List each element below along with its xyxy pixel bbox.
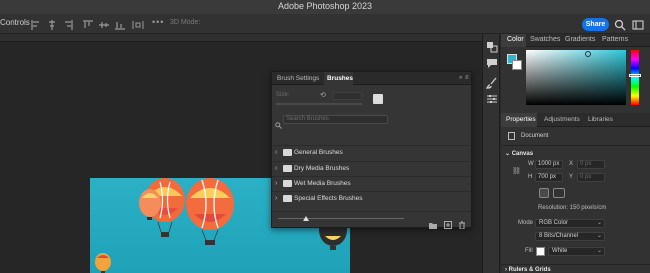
brushes-panel: Brush Settings Brushes » ≡ Size: ⟲ Searc… [271, 71, 472, 230]
reset-icon[interactable]: ⟲ [320, 91, 326, 99]
width-field[interactable]: 1000 px [535, 160, 563, 169]
folder-icon [283, 195, 292, 202]
panel-menu-icon[interactable]: ≡ [465, 75, 469, 81]
preview-size-slider[interactable] [278, 218, 404, 219]
right-panel-dock: Color Swatches Gradients Patterns Proper… [501, 34, 650, 273]
tab-gradients[interactable]: Gradients [565, 36, 595, 43]
new-group-icon[interactable] [429, 216, 437, 229]
mode-label: Mode [518, 220, 534, 226]
size-slider[interactable] [276, 103, 362, 105]
hot-air-balloon [95, 253, 111, 273]
canvas-section-header[interactable]: ⌄ Canvas [505, 150, 533, 157]
folder-icon [283, 165, 292, 172]
chevron-down-icon: ⌄ [596, 220, 602, 226]
x-field[interactable]: 0 px [577, 160, 605, 169]
color-picker-field[interactable] [526, 50, 626, 105]
3d-mode-label: 3D Mode: [170, 19, 201, 26]
search-brushes-input[interactable]: Search Brushes [283, 115, 388, 124]
tab-color[interactable]: Color [507, 36, 524, 43]
workspace-icon[interactable] [632, 18, 644, 30]
align-top-icon[interactable] [82, 18, 94, 30]
fill-select[interactable]: White ⌄ [548, 247, 605, 256]
color-panel-icon[interactable] [486, 40, 498, 53]
brush-preview-toggle-icon[interactable] [373, 94, 383, 104]
chevron-right-icon: › [275, 165, 278, 172]
brush-settings-icon[interactable] [485, 76, 498, 89]
color-panel-tabs: Color Swatches Gradients Patterns [501, 34, 650, 47]
x-label: X [569, 161, 574, 167]
mode-select[interactable]: RGB Color ⌄ [535, 219, 605, 228]
tab-libraries[interactable]: Libraries [588, 116, 613, 123]
options-bar: Controls ••• 3D Mode: Share [0, 14, 650, 34]
size-label: Size: [276, 92, 290, 98]
fill-label: Fill [525, 248, 533, 254]
portrait-orientation-button[interactable] [539, 188, 549, 198]
align-left-icon[interactable] [30, 18, 42, 30]
tab-patterns[interactable]: Patterns [602, 36, 628, 43]
brush-group-dry-media[interactable]: › Dry Media Brushes [272, 161, 471, 176]
share-button[interactable]: Share [582, 18, 609, 31]
bit-depth-select[interactable]: 8 Bits/Channel ⌄ [535, 232, 605, 241]
search-icon[interactable] [614, 18, 626, 31]
hue-slider-marker[interactable] [629, 74, 641, 77]
align-right-icon[interactable] [62, 18, 74, 30]
brush-group-wet-media[interactable]: › Wet Media Brushes [272, 176, 471, 191]
align-middle-icon[interactable] [98, 18, 110, 30]
title-bar: Adobe Photoshop 2023 [0, 0, 650, 14]
properties-panel-tabs: Properties Adjustments Libraries [501, 113, 650, 127]
resolution-label: Resolution: 150 pixels/cm [538, 205, 607, 211]
hue-slider[interactable] [631, 50, 639, 105]
width-label: W [528, 161, 534, 167]
brush-group-general[interactable]: › General Brushes [272, 145, 471, 160]
align-center-icon[interactable] [46, 18, 58, 30]
rulers-grids-section-header[interactable]: › Rulers & Grids [505, 267, 551, 273]
document-label: Document [521, 133, 549, 139]
height-field[interactable]: 700 px [535, 173, 563, 182]
chevron-right-icon: › [275, 180, 278, 187]
align-bottom-icon[interactable] [114, 18, 126, 30]
comment-icon[interactable] [486, 56, 498, 68]
brushes-panel-footer [272, 211, 471, 230]
app-title: Adobe Photoshop 2023 [277, 1, 373, 11]
brushes-panel-tabs: Brush Settings Brushes » ≡ [272, 72, 471, 85]
y-field[interactable]: 0 px [577, 173, 605, 182]
color-picker-ring[interactable] [585, 51, 591, 57]
preview-size-slider-thumb[interactable] [303, 216, 309, 221]
chevron-down-icon: ⌄ [596, 233, 602, 239]
chevron-right-icon: › [275, 195, 278, 202]
chevron-right-icon: › [275, 149, 278, 156]
document-icon [508, 132, 515, 140]
panel-tool-strip [482, 34, 500, 273]
photoshop-window: Adobe Photoshop 2023 Controls ••• 3D Mod… [0, 0, 650, 273]
adjustments-icon[interactable] [486, 92, 498, 104]
tab-adjustments[interactable]: Adjustments [544, 116, 580, 123]
new-brush-icon[interactable] [444, 216, 452, 229]
landscape-orientation-button[interactable] [553, 188, 565, 198]
tab-swatches[interactable]: Swatches [530, 36, 560, 43]
hot-air-balloon [186, 178, 234, 245]
search-icon [275, 116, 282, 129]
tab-brushes[interactable]: Brushes [327, 75, 353, 82]
distribute-icon[interactable] [132, 18, 144, 30]
link-dimensions-icon[interactable]: ⛓ [512, 167, 521, 175]
y-label: Y [569, 174, 574, 180]
fill-color-swatch[interactable] [536, 247, 545, 256]
more-options-icon[interactable]: ••• [152, 17, 164, 27]
background-color-swatch[interactable] [512, 60, 522, 70]
chevron-down-icon: ⌄ [596, 248, 602, 254]
height-label: H [528, 174, 533, 180]
size-field[interactable] [332, 92, 362, 100]
tab-brush-settings[interactable]: Brush Settings [277, 75, 319, 82]
collapse-panel-icon[interactable]: » [459, 75, 462, 81]
folder-icon [283, 149, 292, 156]
options-label: Controls [0, 18, 30, 27]
folder-icon [283, 180, 292, 187]
trash-icon[interactable] [458, 216, 466, 230]
brush-group-special-effects[interactable]: › Special Effects Brushes [272, 191, 471, 206]
tab-properties[interactable]: Properties [506, 116, 536, 123]
document-tab-strip [0, 34, 482, 42]
